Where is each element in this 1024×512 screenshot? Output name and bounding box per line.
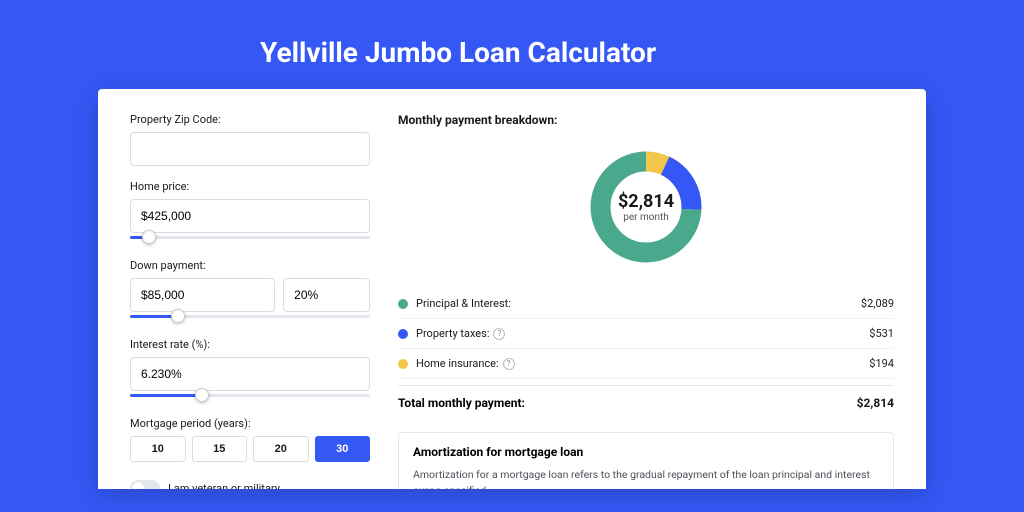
period-btn-30[interactable]: 30 [315,436,371,462]
legend-amount: $2,089 [861,297,894,310]
interest-slider[interactable] [130,389,370,403]
page-title: Yellville Jumbo Loan Calculator [0,0,1024,89]
interest-input[interactable] [130,357,370,391]
legend-label: Home insurance: [416,357,499,370]
home-price-label: Home price: [130,180,370,193]
legend-row-principal: Principal & Interest: $2,089 [398,289,894,319]
swatch-icon [398,329,408,339]
period-label: Mortgage period (years): [130,417,370,430]
legend: Principal & Interest: $2,089 Property ta… [398,289,894,424]
info-icon[interactable]: ? [493,328,505,340]
home-price-input[interactable] [130,199,370,233]
legend-total-label: Total monthly payment: [398,396,525,410]
interest-slider-thumb[interactable] [195,388,209,402]
down-payment-field: Down payment: [130,259,370,324]
donut-chart: $2,814 per month [586,147,706,267]
legend-amount: $194 [869,357,894,370]
donut-center: $2,814 per month [586,147,706,267]
donut-wrap: $2,814 per month [398,137,894,277]
interest-field: Interest rate (%): [130,338,370,403]
down-payment-slider-thumb[interactable] [171,309,185,323]
veteran-row: I am veteran or military [130,480,370,489]
donut-value: $2,814 [618,191,674,212]
period-field: Mortgage period (years): 10 15 20 30 [130,417,370,462]
period-btn-20[interactable]: 20 [253,436,309,462]
amortization-title: Amortization for mortgage loan [413,445,879,459]
legend-amount: $531 [869,327,894,340]
legend-row-insurance: Home insurance: ? $194 [398,349,894,379]
veteran-toggle[interactable] [130,480,160,489]
period-btn-15[interactable]: 15 [192,436,248,462]
breakdown-panel: Monthly payment breakdown: [398,113,894,489]
zip-label: Property Zip Code: [130,113,370,126]
veteran-label: I am veteran or military [168,482,280,490]
down-payment-input[interactable] [130,278,275,312]
interest-label: Interest rate (%): [130,338,370,351]
amortization-text: Amortization for a mortgage loan refers … [413,467,879,489]
zip-field: Property Zip Code: [130,113,370,166]
info-icon[interactable]: ? [503,358,515,370]
legend-row-taxes: Property taxes: ? $531 [398,319,894,349]
period-btn-10[interactable]: 10 [130,436,186,462]
legend-label: Property taxes: [416,327,489,340]
zip-input[interactable] [130,132,370,166]
legend-total-row: Total monthly payment: $2,814 [398,385,894,424]
amortization-box: Amortization for mortgage loan Amortizat… [398,432,894,489]
down-payment-pct-input[interactable] [283,278,370,312]
swatch-icon [398,299,408,309]
down-payment-slider[interactable] [130,310,370,324]
breakdown-title: Monthly payment breakdown: [398,113,894,127]
legend-total-amount: $2,814 [857,396,894,410]
down-payment-label: Down payment: [130,259,370,272]
home-price-slider-thumb[interactable] [142,230,156,244]
legend-label: Principal & Interest: [416,297,511,310]
home-price-slider[interactable] [130,231,370,245]
swatch-icon [398,359,408,369]
donut-sub: per month [623,212,669,223]
form-panel: Property Zip Code: Home price: Down paym… [130,113,370,489]
calculator-card: Property Zip Code: Home price: Down paym… [98,89,926,489]
home-price-field: Home price: [130,180,370,245]
